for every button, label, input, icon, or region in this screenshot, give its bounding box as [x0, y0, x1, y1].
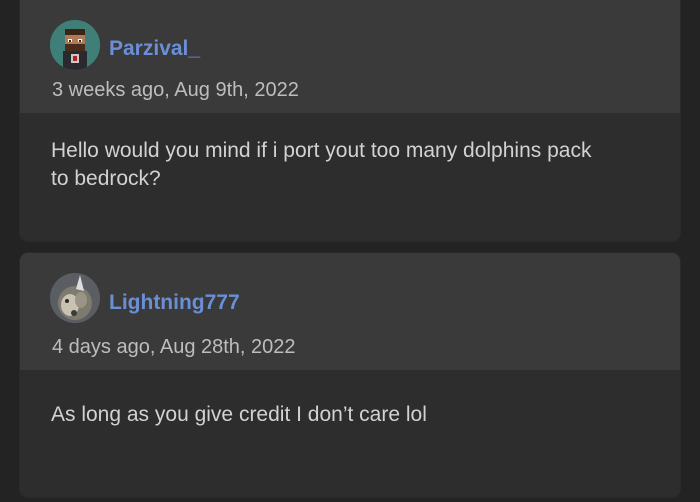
comment-timestamp: 4 days ago, Aug 28th, 2022	[52, 336, 296, 358]
comments-page: Parzival_ 3 weeks ago, Aug 9th, 2022 Hel…	[0, 0, 700, 502]
comment-card: Lightning777 4 days ago, Aug 28th, 2022 …	[20, 253, 680, 497]
avatar[interactable]	[50, 273, 100, 323]
comment-header: Lightning777 4 days ago, Aug 28th, 2022	[20, 253, 680, 370]
comment-card: Parzival_ 3 weeks ago, Aug 9th, 2022 Hel…	[20, 0, 680, 241]
comment-text: As long as you give credit I don’t care …	[51, 403, 427, 426]
comment-text: Hello would you mind if i port yout too …	[51, 139, 592, 190]
comment-timestamp: 3 weeks ago, Aug 9th, 2022	[52, 79, 299, 101]
comment-header: Parzival_ 3 weeks ago, Aug 9th, 2022	[20, 0, 680, 113]
avatar[interactable]	[50, 20, 100, 70]
pixel-character-avatar-icon	[50, 20, 100, 70]
username-link[interactable]: Parzival_	[109, 37, 200, 61]
creature-photo-avatar-icon	[50, 273, 100, 323]
username-link[interactable]: Lightning777	[109, 291, 240, 315]
